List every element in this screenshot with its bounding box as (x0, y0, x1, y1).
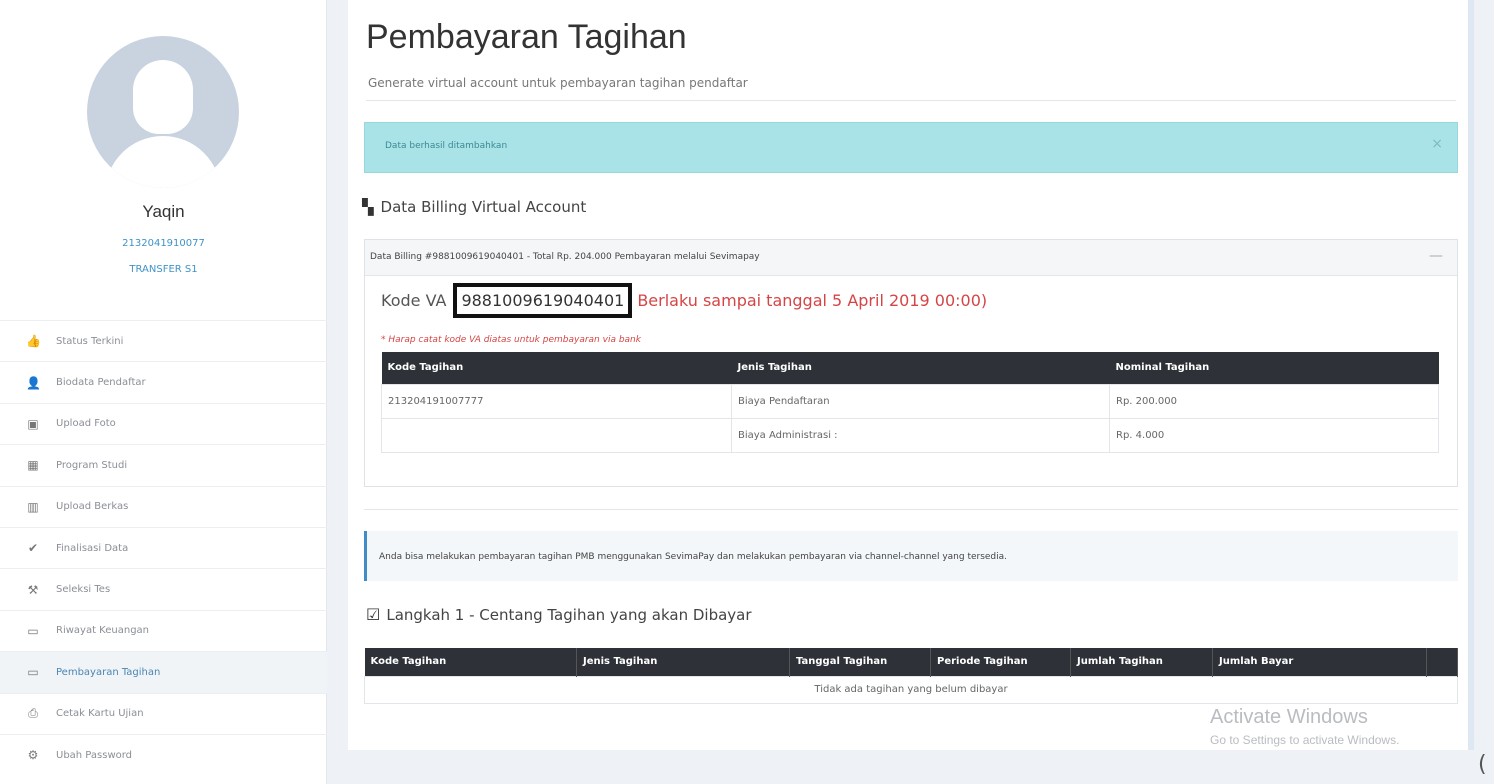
table-header-row: Kode Tagihan Jenis Tagihan Nominal Tagih… (381, 352, 1439, 384)
sidebar-item-status-terkini[interactable]: 👍 Status Terkini (0, 320, 327, 361)
sidebar-item-label: Upload Foto (56, 418, 116, 430)
table-cell: Biaya Administrasi : (731, 417, 1110, 453)
sidebar-item-label: Status Terkini (56, 335, 124, 347)
sidebar-item-label: Program Studi (56, 459, 128, 471)
sidebar-item-cetak-kartu-ujian[interactable]: ⎙ Cetak Kartu Ujian (0, 692, 327, 734)
table-cell (381, 417, 732, 453)
sidebar-item-pembayaran-tagihan[interactable]: ▭ Pembayaran Tagihan (0, 651, 327, 693)
sidebar-item-label: Pembayaran Tagihan (56, 666, 161, 678)
money-icon: ▭ (27, 665, 39, 680)
sidebar-item-label: Riwayat Keuangan (56, 625, 150, 637)
section-title-text: Data Billing Virtual Account (380, 198, 587, 216)
sidebar-item-label: Seleksi Tes (56, 584, 111, 596)
section-title-step1: ☑ Langkah 1 - Centang Tagihan yang akan … (366, 605, 752, 624)
kode-va-note: * Harap catat kode VA diatas untuk pemba… (381, 335, 641, 345)
barcode-icon: ▚ (362, 198, 374, 216)
sidebar-item-label: Cetak Kartu Ujian (56, 708, 144, 720)
sidebar-item-biodata-pendaftar[interactable]: 👤 Biodata Pendaftar (0, 361, 327, 402)
column-header: Jenis Tagihan (576, 648, 790, 676)
success-alert: Data berhasil ditambahkan × (364, 122, 1458, 173)
alert-text: Data berhasil ditambahkan (385, 141, 508, 151)
user-icon: 👤 (26, 375, 41, 390)
billing-panel-header: Data Billing #9881009619040401 - Total R… (365, 240, 1457, 276)
unpaid-bills-table: Kode Tagihan Jenis Tagihan Tanggal Tagih… (364, 648, 1458, 704)
column-header: Jenis Tagihan (731, 352, 1110, 384)
sidebar-item-upload-berkas[interactable]: ▥ Upload Berkas (0, 485, 327, 527)
profile-program: TRANSFER S1 (129, 264, 198, 275)
table-cell: 213204191007777 (381, 383, 732, 419)
windows-activation-watermark: Activate Windows Go to Settings to activ… (1210, 706, 1399, 747)
money-icon: ▭ (27, 623, 39, 638)
section-title-text: Langkah 1 - Centang Tagihan yang akan Di… (386, 605, 752, 624)
column-header: Tanggal Tagihan (789, 648, 931, 676)
divider (364, 509, 1458, 510)
info-callout: Anda bisa melakukan pembayaran tagihan P… (364, 531, 1458, 581)
gavel-icon: ⚒ (27, 582, 39, 597)
sidebar-item-ubah-password[interactable]: ⚙ Ubah Password (0, 733, 327, 775)
sidebar-menu: 👍 Status Terkini 👤 Biodata Pendaftar ▣ U… (0, 320, 327, 775)
kode-va-label: Kode VA (381, 291, 447, 310)
billing-panel-title: Data Billing #9881009619040401 - Total R… (370, 252, 760, 262)
divider (366, 100, 1456, 101)
collapse-button[interactable]: — (1429, 248, 1443, 264)
sidebar: Yaqin 2132041910077 TRANSFER S1 👍 Status… (0, 0, 327, 784)
table-cell: Rp. 4.000 (1109, 417, 1439, 453)
column-header: Periode Tagihan (930, 648, 1071, 676)
table-row-empty: Tidak ada tagihan yang belum dibayar (364, 675, 1458, 704)
billing-table: Kode Tagihan Jenis Tagihan Nominal Tagih… (381, 352, 1439, 453)
table-cell: Biaya Pendaftaran (731, 383, 1110, 419)
column-header: Nominal Tagihan (1109, 352, 1439, 384)
watermark-line1: Activate Windows (1210, 706, 1368, 728)
sidebar-item-finalisasi-data[interactable]: ✔ Finalisasi Data (0, 526, 327, 568)
sidebar-item-riwayat-keuangan[interactable]: ▭ Riwayat Keuangan (0, 609, 327, 651)
corner-glyph: ( (1478, 752, 1487, 777)
page-title: Pembayaran Tagihan (366, 18, 687, 56)
sidebar-item-label: Biodata Pendaftar (56, 377, 146, 389)
column-header: Kode Tagihan (364, 648, 577, 676)
info-text: Anda bisa melakukan pembayaran tagihan P… (379, 552, 1008, 562)
check-icon: ✔ (27, 541, 39, 556)
avatar-head (133, 60, 193, 134)
gear-icon: ⚙ (27, 748, 39, 763)
empty-message: Tidak ada tagihan yang belum dibayar (364, 675, 1458, 704)
table-icon: ▦ (27, 458, 39, 473)
profile-id: 2132041910077 (122, 238, 205, 249)
image-icon: ▣ (27, 416, 39, 431)
table-row: 213204191007777 Biaya Pendaftaran Rp. 20… (381, 383, 1439, 419)
avatar (87, 36, 239, 188)
kode-va-valid-until: Berlaku sampai tanggal 5 April 2019 00:0… (637, 291, 988, 310)
sidebar-item-seleksi-tes[interactable]: ⚒ Seleksi Tes (0, 568, 327, 609)
checkbox-icon: ☑ (366, 605, 381, 624)
table-row: Biaya Administrasi : Rp. 4.000 (381, 417, 1439, 453)
sidebar-item-program-studi[interactable]: ▦ Program Studi (0, 444, 327, 485)
barcode-icon: ▥ (27, 499, 39, 514)
column-header (1426, 648, 1458, 676)
kode-va-value: 9881009619040401 (453, 283, 633, 318)
kode-va-row: Kode VA 9881009619040401 Berlaku sampai … (381, 283, 987, 318)
sidebar-item-label: Upload Berkas (56, 501, 129, 513)
sidebar-item-label: Ubah Password (56, 749, 133, 761)
table-cell: Rp. 200.000 (1109, 383, 1439, 419)
page-subtitle: Generate virtual account untuk pembayara… (368, 76, 748, 90)
column-header: Jumlah Tagihan (1070, 648, 1213, 676)
watermark-line2: Go to Settings to activate Windows. (1210, 733, 1400, 747)
close-icon[interactable]: × (1431, 136, 1443, 152)
profile-name: Yaqin (142, 202, 185, 221)
table-header-row: Kode Tagihan Jenis Tagihan Tanggal Tagih… (364, 648, 1458, 676)
print-icon: ⎙ (28, 706, 38, 721)
sidebar-item-upload-foto[interactable]: ▣ Upload Foto (0, 402, 327, 444)
avatar-body (105, 136, 221, 188)
section-title-billing: ▚ Data Billing Virtual Account (362, 198, 586, 216)
sidebar-item-label: Finalisasi Data (56, 542, 129, 554)
column-header: Kode Tagihan (381, 352, 732, 384)
thumbs-up-icon: 👍 (26, 334, 41, 349)
column-header: Jumlah Bayar (1212, 648, 1427, 676)
